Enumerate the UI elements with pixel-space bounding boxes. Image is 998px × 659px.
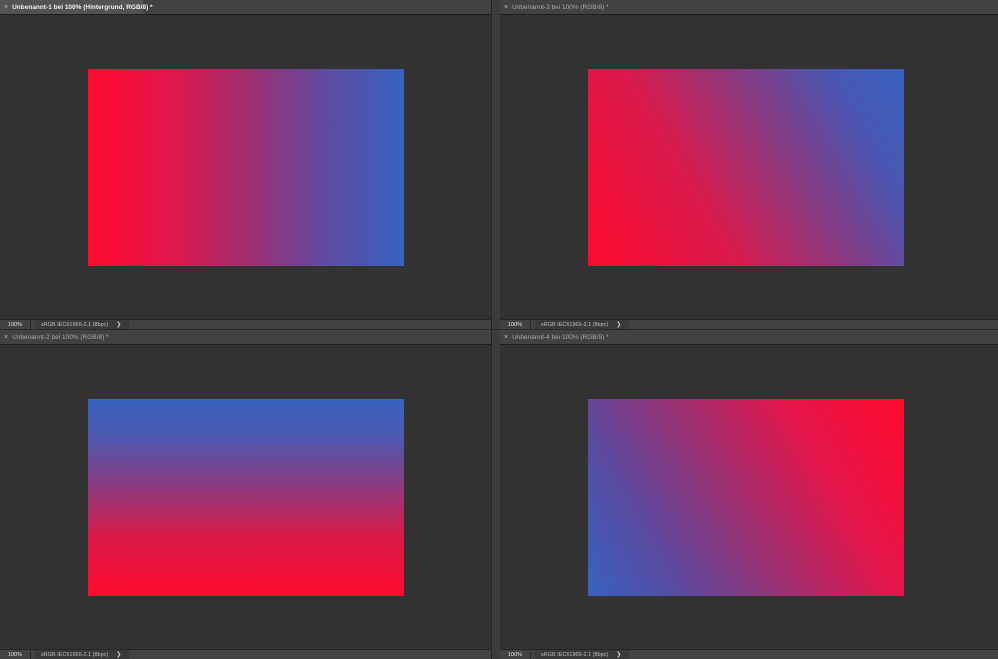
status-divider (530, 650, 531, 659)
canvas-area[interactable] (0, 345, 491, 650)
color-profile-label: sRGB IEC61966-2.1 (8bpc) (541, 651, 609, 658)
color-profile-info: sRGB IEC61966-2.1 (8bpc) ❯ (535, 650, 630, 659)
close-tab-icon[interactable]: × (4, 4, 8, 11)
document-pane-3: × Unbenannt-3 bei 100% (RGB/8) * 100% sR… (500, 0, 998, 329)
gradient-document[interactable] (588, 399, 904, 596)
document-tab-label: Unbenannt-2 bei 100% (RGB/8) * (12, 333, 109, 341)
canvas-area[interactable] (500, 345, 998, 650)
gradient-document[interactable] (88, 69, 404, 266)
chevron-right-icon[interactable]: ❯ (616, 321, 621, 328)
status-bar: 100% sRGB IEC61966-2.1 (8bpc) ❯ (0, 319, 491, 329)
gradient-document[interactable] (88, 399, 404, 596)
zoom-level[interactable]: 100% (500, 652, 530, 658)
canvas-area[interactable] (500, 15, 998, 320)
canvas-area[interactable] (0, 15, 491, 320)
status-divider (530, 320, 531, 329)
document-tab-label: Unbenannt-4 bei 100% (RGB/8) * (512, 333, 609, 341)
tab-bar: × Unbenannt-2 bei 100% (RGB/8) * (0, 330, 491, 345)
chevron-right-icon[interactable]: ❯ (616, 651, 621, 658)
color-profile-info: sRGB IEC61966-2.1 (8bpc) ❯ (535, 320, 630, 329)
document-tab-label: Unbenannt-1 bei 100% (Hintergrund, RGB/8… (12, 3, 153, 11)
status-bar: 100% sRGB IEC61966-2.1 (8bpc) ❯ (500, 649, 998, 659)
close-tab-icon[interactable]: × (4, 334, 8, 341)
document-tab[interactable]: × Unbenannt-1 bei 100% (Hintergrund, RGB… (0, 0, 153, 14)
color-profile-label: sRGB IEC61966-2.1 (8bpc) (41, 651, 109, 658)
chevron-right-icon[interactable]: ❯ (116, 651, 121, 658)
status-bar: 100% sRGB IEC61966-2.1 (8bpc) ❯ (500, 319, 998, 329)
close-tab-icon[interactable]: × (504, 4, 508, 11)
status-divider (30, 650, 31, 659)
gradient-document[interactable] (588, 69, 904, 266)
document-pane-2: × Unbenannt-2 bei 100% (RGB/8) * 100% sR… (0, 330, 491, 659)
tab-bar: × Unbenannt-3 bei 100% (RGB/8) * (500, 0, 998, 15)
status-bar: 100% sRGB IEC61966-2.1 (8bpc) ❯ (0, 649, 491, 659)
document-pane-4: × Unbenannt-4 bei 100% (RGB/8) * 100% sR… (500, 330, 998, 659)
zoom-level[interactable]: 100% (500, 322, 530, 328)
status-divider (30, 320, 31, 329)
document-tab[interactable]: × Unbenannt-2 bei 100% (RGB/8) * (0, 330, 112, 344)
close-tab-icon[interactable]: × (504, 334, 508, 341)
tab-bar: × Unbenannt-4 bei 100% (RGB/8) * (500, 330, 998, 345)
document-pane-1: × Unbenannt-1 bei 100% (Hintergrund, RGB… (0, 0, 491, 329)
color-profile-label: sRGB IEC61966-2.1 (8bpc) (541, 321, 609, 328)
color-profile-info: sRGB IEC61966-2.1 (8bpc) ❯ (35, 650, 130, 659)
document-tab[interactable]: × Unbenannt-3 bei 100% (RGB/8) * (500, 0, 612, 14)
workspace: × Unbenannt-1 bei 100% (Hintergrund, RGB… (0, 0, 998, 659)
color-profile-label: sRGB IEC61966-2.1 (8bpc) (41, 321, 109, 328)
zoom-level[interactable]: 100% (0, 652, 30, 658)
chevron-right-icon[interactable]: ❯ (116, 321, 121, 328)
tab-bar: × Unbenannt-1 bei 100% (Hintergrund, RGB… (0, 0, 491, 15)
document-tab-label: Unbenannt-3 bei 100% (RGB/8) * (512, 3, 609, 11)
color-profile-info: sRGB IEC61966-2.1 (8bpc) ❯ (35, 320, 130, 329)
document-tab[interactable]: × Unbenannt-4 bei 100% (RGB/8) * (500, 330, 612, 344)
zoom-level[interactable]: 100% (0, 322, 30, 328)
